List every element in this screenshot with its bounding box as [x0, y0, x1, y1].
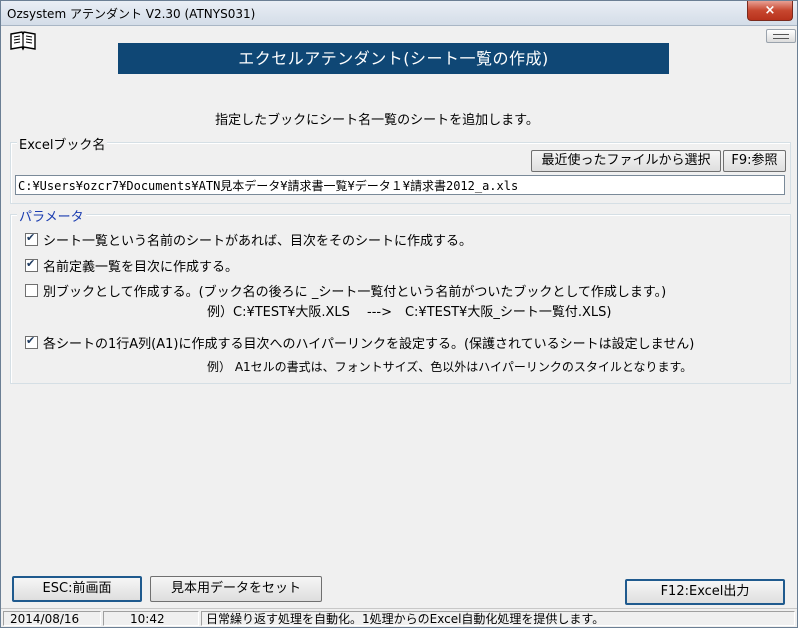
title-bar[interactable]: Ozsystem アテンダント V2.30 (ATNYS031) ×	[1, 1, 797, 26]
option-label: 別ブックとして作成する。(ブック名の後ろに _シート一覧付という名前がついたブッ…	[43, 285, 667, 300]
status-time: 10:42	[103, 611, 199, 626]
option-name-definition-checkbox[interactable]: 名前定義一覧を目次に作成する。	[25, 256, 238, 275]
page-description: 指定したブックにシート名一覧のシートを追加します。	[215, 113, 539, 128]
esc-back-button[interactable]: ESC:前画面	[12, 576, 142, 602]
status-date: 2014/08/16	[3, 611, 101, 626]
checkbox-icon[interactable]	[25, 257, 38, 272]
option-label: シート一覧という名前のシートがあれば、目次をそのシートに作成する。	[43, 234, 473, 249]
parameter-group: パラメータ シート一覧という名前のシートがあれば、目次をそのシートに作成する。 …	[10, 206, 791, 384]
excel-book-group: Excelブック名 最近使ったファイルから選択 F9:参照 C:¥Users¥o…	[10, 134, 791, 204]
example-note-2: 例） A1セルの書式は、フォントサイズ、色以外はハイパーリンクのスタイルとなりま…	[207, 360, 693, 374]
set-sample-data-button[interactable]: 見本用データをセット	[150, 576, 322, 602]
excel-book-legend: Excelブック名	[17, 134, 108, 153]
minimize-bar-icon[interactable]	[766, 29, 796, 43]
option-label: 名前定義一覧を目次に作成する。	[43, 260, 239, 275]
book-icon[interactable]	[10, 31, 36, 51]
browse-button[interactable]: F9:参照	[723, 150, 786, 172]
option-label: 各シートの1行A列(A1)に作成する目次へのハイパーリンクを設定する。(保護され…	[43, 337, 695, 352]
excel-path-input[interactable]: C:¥Users¥ozcr7¥Documents¥ATN見本データ¥請求書一覧¥…	[15, 175, 785, 195]
option-hyperlink-checkbox[interactable]: 各シートの1行A列(A1)に作成する目次へのハイパーリンクを設定する。(保護され…	[25, 333, 694, 352]
app-window: Ozsystem アテンダント V2.30 (ATNYS031) × エクセルア…	[0, 0, 798, 628]
checkbox-icon[interactable]	[25, 284, 38, 297]
page-banner-title: エクセルアテンダント(シート一覧の作成)	[118, 43, 669, 74]
checkbox-icon[interactable]	[25, 231, 38, 246]
option-separate-book-checkbox[interactable]: 別ブックとして作成する。(ブック名の後ろに _シート一覧付という名前がついたブッ…	[25, 281, 666, 300]
recent-files-button[interactable]: 最近使ったファイルから選択	[531, 150, 721, 172]
option-sheet-list-checkbox[interactable]: シート一覧という名前のシートがあれば、目次をそのシートに作成する。	[25, 230, 472, 249]
parameter-legend: パラメータ	[17, 206, 86, 225]
excel-output-button[interactable]: F12:Excel出力	[625, 579, 785, 605]
window-title: Ozsystem アテンダント V2.30 (ATNYS031)	[7, 7, 256, 21]
close-button[interactable]: ×	[747, 1, 793, 21]
status-bar: 2014/08/16 10:42 日常繰り返す処理を自動化。1処理からのExce…	[1, 608, 797, 627]
example-note-1: 例）C:¥TEST¥大阪.XLS ---> C:¥TEST¥大阪_シート一覧付.…	[207, 305, 612, 320]
checkbox-icon[interactable]	[25, 334, 38, 349]
status-message: 日常繰り返す処理を自動化。1処理からのExcel自動化処理を提供します。	[201, 611, 795, 626]
